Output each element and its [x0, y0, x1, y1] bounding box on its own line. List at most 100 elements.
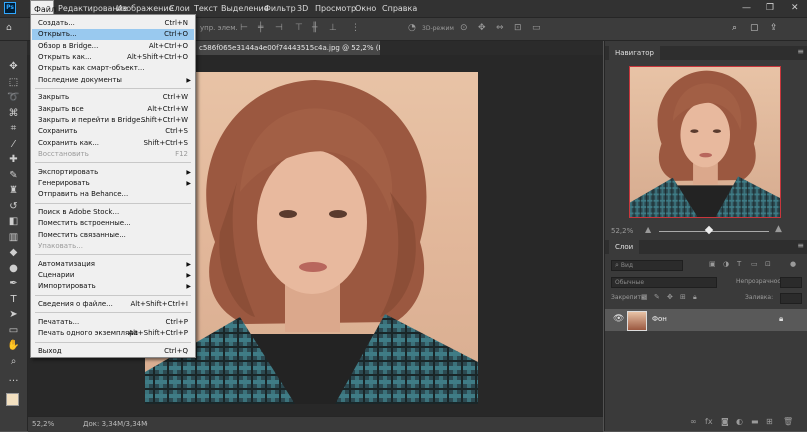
file-menu-item[interactable]: Экспортировать ▶	[32, 167, 194, 178]
file-menu-item[interactable]: Сценарии ▶	[32, 270, 194, 281]
distribute-icon[interactable]: ⋮	[351, 23, 360, 33]
navigator-tab[interactable]: Навигатор	[609, 46, 660, 60]
share-icon[interactable]: ⇪	[770, 23, 778, 33]
menu-select[interactable]: Выделение	[221, 0, 269, 17]
zoom-readout[interactable]: 52,2%	[32, 417, 54, 432]
filter-shape-icon[interactable]: ▭	[751, 260, 758, 268]
file-menu-item[interactable]: Открыть... Ctrl+O	[32, 29, 194, 41]
brush-tool-icon[interactable]: ✎	[7, 170, 20, 182]
file-menu-item[interactable]: Печать одного экземпляра Alt+Shift+Ctrl+P	[32, 328, 194, 339]
video-icon[interactable]: ▭	[532, 23, 541, 33]
visibility-eye-icon[interactable]: 👁︎	[613, 314, 624, 324]
adjustment-layer-icon[interactable]: ◐	[736, 417, 743, 426]
zoom-slider-thumb[interactable]	[704, 225, 714, 235]
history-brush-tool-icon[interactable]: ↺	[7, 201, 20, 213]
quick-select-tool-icon[interactable]: ⌘	[7, 108, 20, 120]
file-menu-item[interactable]: Поместить связанные...	[32, 230, 194, 241]
file-menu-item[interactable]: Поместить встроенные...	[32, 218, 194, 229]
file-menu-item[interactable]: Печатать... Ctrl+P	[32, 317, 194, 328]
gradient-tool-icon[interactable]: ▥	[7, 232, 20, 244]
dodge-tool-icon[interactable]: ●	[7, 263, 20, 275]
file-menu-item[interactable]: Поиск в Adobe Stock...	[32, 207, 194, 218]
layer-name[interactable]: Фон	[652, 315, 667, 323]
panel-menu-icon[interactable]: ≡	[797, 47, 804, 56]
file-menu-item[interactable]: Импортировать ▶	[32, 281, 194, 292]
close-icon[interactable]: ✕	[791, 0, 799, 17]
move-tool-icon[interactable]: ✥	[7, 61, 20, 73]
layer-row-background[interactable]: 👁︎ Фон 🔒︎	[605, 309, 807, 331]
new-layer-icon[interactable]: ⊞	[766, 417, 773, 426]
menu-filter[interactable]: Фильтр	[264, 0, 296, 17]
eyedropper-tool-icon[interactable]: ⁄	[7, 139, 20, 151]
blend-mode-select[interactable]: Обычные	[611, 277, 717, 288]
filter-adjust-icon[interactable]: ◑	[723, 260, 729, 268]
shape-tool-icon[interactable]: ▭	[7, 325, 20, 337]
filter-pixel-icon[interactable]: ▣	[709, 260, 716, 268]
filter-toggle-icon[interactable]: ●	[790, 260, 796, 268]
lock-transparent-icon[interactable]: ▦	[641, 293, 648, 301]
menu-3d[interactable]: 3D	[297, 0, 308, 17]
stamp-tool-icon[interactable]: ♜	[7, 185, 20, 197]
maximize-icon[interactable]: ❐	[766, 0, 774, 17]
file-menu-item[interactable]: Выход Ctrl+Q	[32, 346, 194, 357]
layer-filter-select[interactable]: ⌕ Вид	[611, 260, 683, 271]
layer-style-icon[interactable]: fx	[705, 417, 713, 426]
file-menu-item[interactable]: Последние документы ▶	[32, 75, 194, 86]
file-menu-item[interactable]: Сведения о файле... Alt+Shift+Ctrl+I	[32, 299, 194, 310]
file-menu-item[interactable]: Закрыть все Alt+Ctrl+W	[32, 104, 194, 115]
file-menu-item[interactable]: Генерировать ▶	[32, 178, 194, 189]
path-select-tool-icon[interactable]: ➤	[7, 309, 20, 321]
crop-tool-icon[interactable]: ⌗	[7, 123, 20, 135]
healing-tool-icon[interactable]: ✚	[7, 154, 20, 166]
fill-field[interactable]	[780, 293, 802, 304]
lasso-tool-icon[interactable]: ➰	[7, 92, 20, 104]
menu-view[interactable]: Просмотр	[315, 0, 356, 17]
home-icon[interactable]: ⌂	[6, 23, 12, 33]
opacity-field[interactable]	[780, 277, 802, 288]
minimize-icon[interactable]: —	[742, 0, 751, 17]
document-tab[interactable]: c586f065e3144a4e00f74443515c4a.jpg @ 52,…	[195, 41, 380, 55]
link-layers-icon[interactable]: ∞	[690, 417, 697, 426]
add-mask-icon[interactable]: ◙	[721, 417, 729, 426]
status-menu-arrow-icon[interactable]: ›	[145, 417, 148, 432]
eraser-tool-icon[interactable]: ◧	[7, 216, 20, 228]
new-group-icon[interactable]: ▬	[751, 417, 759, 426]
lock-image-icon[interactable]: ✎	[654, 293, 660, 301]
navigator-thumbnail[interactable]	[629, 66, 781, 218]
align-right-icon[interactable]: ⊣	[275, 23, 283, 33]
marquee-tool-icon[interactable]: ⬚	[7, 77, 20, 89]
filter-smart-icon[interactable]: ⊡	[765, 260, 771, 268]
align-left-icon[interactable]: ⊢	[240, 23, 248, 33]
delete-layer-icon[interactable]: 🗑︎	[783, 417, 793, 426]
lock-artboard-icon[interactable]: ⊞	[680, 293, 686, 301]
menu-window[interactable]: Окно	[355, 0, 376, 17]
zoom-in-icon[interactable]: ▲	[775, 224, 782, 234]
align-bottom-icon[interactable]: ⊥	[329, 23, 337, 33]
align-center-icon[interactable]: ╪	[258, 23, 263, 33]
3d-pan-icon[interactable]: ✥	[478, 23, 486, 33]
type-tool-icon[interactable]: T	[7, 294, 20, 306]
zoom-out-icon[interactable]: ▲	[645, 225, 651, 234]
filter-type-icon[interactable]: T	[737, 260, 741, 268]
more-tools-icon[interactable]: …	[7, 373, 20, 385]
file-menu-item[interactable]: Автоматизация ▶	[32, 259, 194, 270]
zoom-tool-icon[interactable]: ⌕	[7, 356, 20, 368]
menu-help[interactable]: Справка	[382, 0, 417, 17]
hand-tool-icon[interactable]: ✋	[7, 340, 20, 352]
lock-position-icon[interactable]: ✥	[667, 293, 673, 301]
search-icon[interactable]: ⌕	[732, 23, 737, 33]
pen-tool-icon[interactable]: ✒	[7, 278, 20, 290]
align-middle-icon[interactable]: ╫	[312, 23, 317, 33]
menu-type[interactable]: Текст	[194, 0, 218, 17]
file-menu-item[interactable]: Открыть как... Alt+Shift+Ctrl+O	[32, 52, 194, 63]
zoom-slider-track[interactable]	[659, 231, 769, 232]
file-menu-item[interactable]: Закрыть Ctrl+W	[32, 92, 194, 103]
layers-tab[interactable]: Слои	[609, 240, 640, 254]
align-top-icon[interactable]: ⊤	[295, 23, 303, 33]
file-menu-item[interactable]: Открыть как смарт-объект...	[32, 63, 194, 74]
3d-slide-icon[interactable]: ⇔	[496, 23, 504, 33]
file-menu-item[interactable]: Обзор в Bridge... Alt+Ctrl+O	[32, 41, 194, 52]
3d-orbit-icon[interactable]: ⊙	[460, 23, 468, 33]
blur-tool-icon[interactable]: ◆	[7, 247, 20, 259]
navigator-zoom[interactable]: 52,2%	[611, 227, 633, 235]
